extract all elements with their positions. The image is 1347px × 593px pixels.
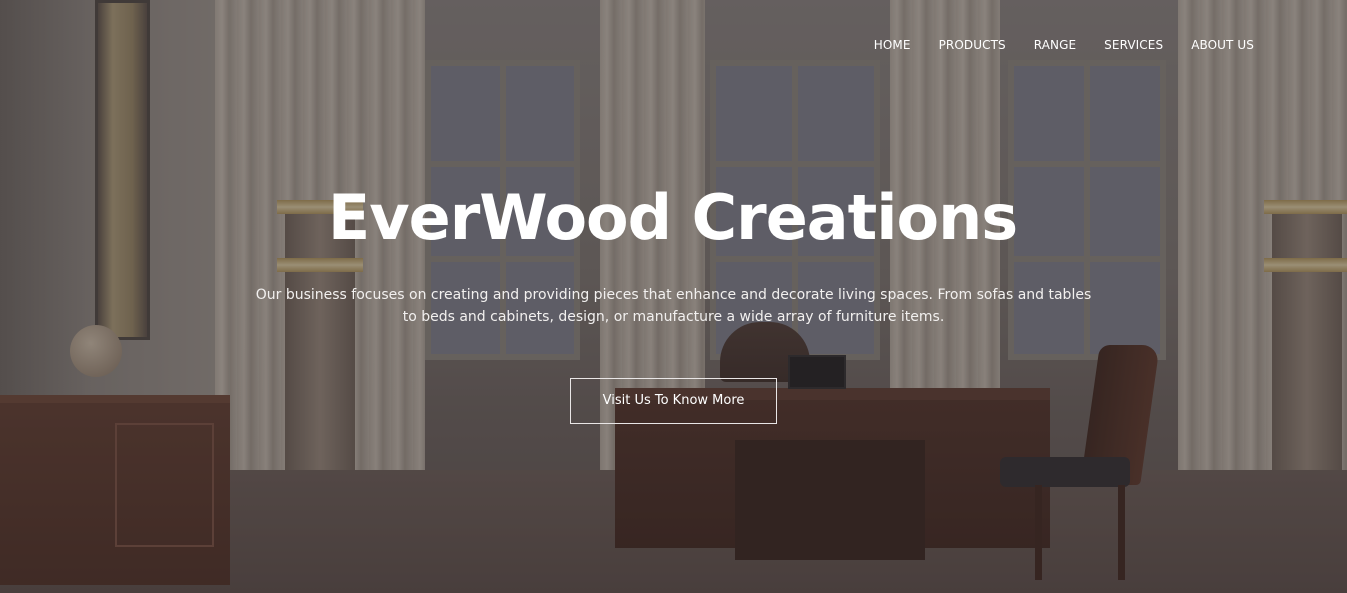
nav-item-range[interactable]: RANGE xyxy=(1034,38,1076,52)
hero-tagline: Our business focuses on creating and pro… xyxy=(255,287,1092,325)
hero-section: HOME PRODUCTS RANGE SERVICES ABOUT US Ev… xyxy=(0,0,1347,593)
nav-item-services[interactable]: SERVICES xyxy=(1104,38,1163,52)
visit-us-button[interactable]: Visit Us To Know More xyxy=(570,378,777,424)
main-nav: HOME PRODUCTS RANGE SERVICES ABOUT US xyxy=(874,38,1254,52)
nav-item-products[interactable]: PRODUCTS xyxy=(939,38,1006,52)
nav-item-home[interactable]: HOME xyxy=(874,38,911,52)
nav-item-about-us[interactable]: ABOUT US xyxy=(1191,38,1254,52)
hero-title: EverWood Creations xyxy=(327,181,1018,254)
hero-content: EverWood Creations Our business focuses … xyxy=(0,180,1347,424)
